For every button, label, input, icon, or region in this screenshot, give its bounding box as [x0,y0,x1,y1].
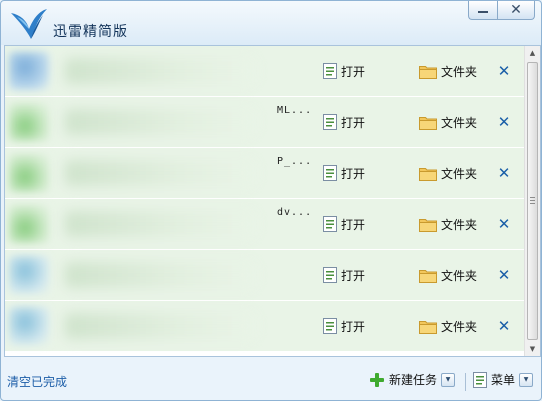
file-name-tail: ML... [277,105,313,116]
xunlei-bird-icon [11,9,47,39]
document-icon [323,63,337,79]
blurred-file-name [65,211,255,237]
app-window: 迅雷精简版 ✕ 打开 文件夹 ✕ ML... 打开 文件夹 ✕ P_... 打开… [0,0,542,401]
document-icon [323,165,337,181]
new-task-button[interactable]: 新建任务 ▼ [369,371,456,388]
toolbar-separator [465,373,466,391]
open-button[interactable]: 打开 [323,317,365,335]
bottom-toolbar: 清空已完成 新建任务 ▼ 菜单 ▼ [1,359,541,399]
chevron-down-icon[interactable]: ▼ [441,372,456,387]
delete-task-button[interactable]: ✕ [495,113,513,131]
blurred-file-name [65,109,255,135]
open-folder-button[interactable]: 文件夹 [419,266,477,284]
folder-icon [419,65,437,79]
task-row[interactable]: 打开 文件夹 ✕ [5,301,524,352]
new-task-label: 新建任务 [389,373,438,387]
task-row[interactable]: 打开 文件夹 ✕ [5,250,524,301]
folder-icon [419,218,437,232]
task-row[interactable]: dv... 打开 文件夹 ✕ [5,199,524,250]
open-label: 打开 [341,319,366,334]
delete-task-button[interactable]: ✕ [495,164,513,182]
delete-task-button[interactable]: ✕ [495,62,513,80]
folder-icon [419,320,437,334]
file-thumbnail [9,307,49,345]
completed-task-list: 打开 文件夹 ✕ ML... 打开 文件夹 ✕ P_... 打开 文件夹 ✕ d… [4,45,541,357]
open-label: 打开 [341,217,366,232]
file-thumbnail [9,256,49,294]
open-label: 打开 [341,115,366,130]
document-icon [323,216,337,232]
file-name-tail: dv... [277,207,313,218]
menu-label: 菜单 [491,373,516,387]
menu-button[interactable]: 菜单 ▼ [473,371,534,388]
open-button[interactable]: 打开 [323,62,365,80]
open-folder-button[interactable]: 文件夹 [419,62,477,80]
open-label: 打开 [341,268,366,283]
delete-x-icon: ✕ [497,163,511,182]
folder-icon [419,167,437,181]
plus-icon [370,372,384,387]
delete-task-button[interactable]: ✕ [495,317,513,335]
delete-x-icon: ✕ [497,214,511,233]
delete-task-button[interactable]: ✕ [495,266,513,284]
open-folder-button[interactable]: 文件夹 [419,215,477,233]
vertical-scrollbar[interactable]: ▲ ▼ [524,46,540,356]
blurred-file-name [65,262,255,288]
delete-x-icon: ✕ [497,112,511,131]
folder-label: 文件夹 [441,319,478,334]
folder-label: 文件夹 [441,115,478,130]
minimize-button[interactable] [468,1,497,20]
task-row[interactable]: 打开 文件夹 ✕ [5,46,524,97]
open-button[interactable]: 打开 [323,266,365,284]
blurred-file-name [65,313,255,339]
file-name-tail: P_... [277,156,313,167]
delete-task-button[interactable]: ✕ [495,215,513,233]
folder-label: 文件夹 [441,166,478,181]
open-button[interactable]: 打开 [323,113,365,131]
task-row[interactable]: ML... 打开 文件夹 ✕ [5,97,524,148]
document-icon [323,114,337,130]
folder-icon [419,116,437,130]
folder-label: 文件夹 [441,268,478,283]
open-label: 打开 [341,64,366,79]
open-folder-button[interactable]: 文件夹 [419,113,477,131]
task-row[interactable]: P_... 打开 文件夹 ✕ [5,148,524,199]
file-thumbnail [9,205,49,243]
folder-label: 文件夹 [441,217,478,232]
menu-document-icon [473,371,487,388]
file-thumbnail [9,154,49,192]
open-button[interactable]: 打开 [323,215,365,233]
scroll-down-icon[interactable]: ▼ [525,342,540,356]
file-thumbnail [9,52,49,90]
title-bar[interactable]: 迅雷精简版 ✕ [1,1,541,45]
document-icon [323,318,337,334]
window-title: 迅雷精简版 [53,24,128,40]
window-controls: ✕ [468,1,535,20]
task-rows: 打开 文件夹 ✕ ML... 打开 文件夹 ✕ P_... 打开 文件夹 ✕ d… [5,46,524,356]
delete-x-icon: ✕ [497,61,511,80]
blurred-file-name [65,58,255,84]
blurred-file-name [65,160,255,186]
open-button[interactable]: 打开 [323,164,365,182]
chevron-down-icon[interactable]: ▼ [519,372,534,387]
delete-x-icon: ✕ [497,265,511,284]
scrollbar-thumb[interactable] [527,62,538,340]
delete-x-icon: ✕ [497,316,511,335]
minimize-icon [478,11,488,13]
open-label: 打开 [341,166,366,181]
close-icon: ✕ [510,2,522,18]
folder-icon [419,269,437,283]
clear-completed-link[interactable]: 清空已完成 [7,373,67,390]
open-folder-button[interactable]: 文件夹 [419,164,477,182]
file-thumbnail [9,103,49,141]
close-button[interactable]: ✕ [497,1,535,20]
open-folder-button[interactable]: 文件夹 [419,317,477,335]
folder-label: 文件夹 [441,64,478,79]
document-icon [323,267,337,283]
scroll-up-icon[interactable]: ▲ [525,46,540,60]
